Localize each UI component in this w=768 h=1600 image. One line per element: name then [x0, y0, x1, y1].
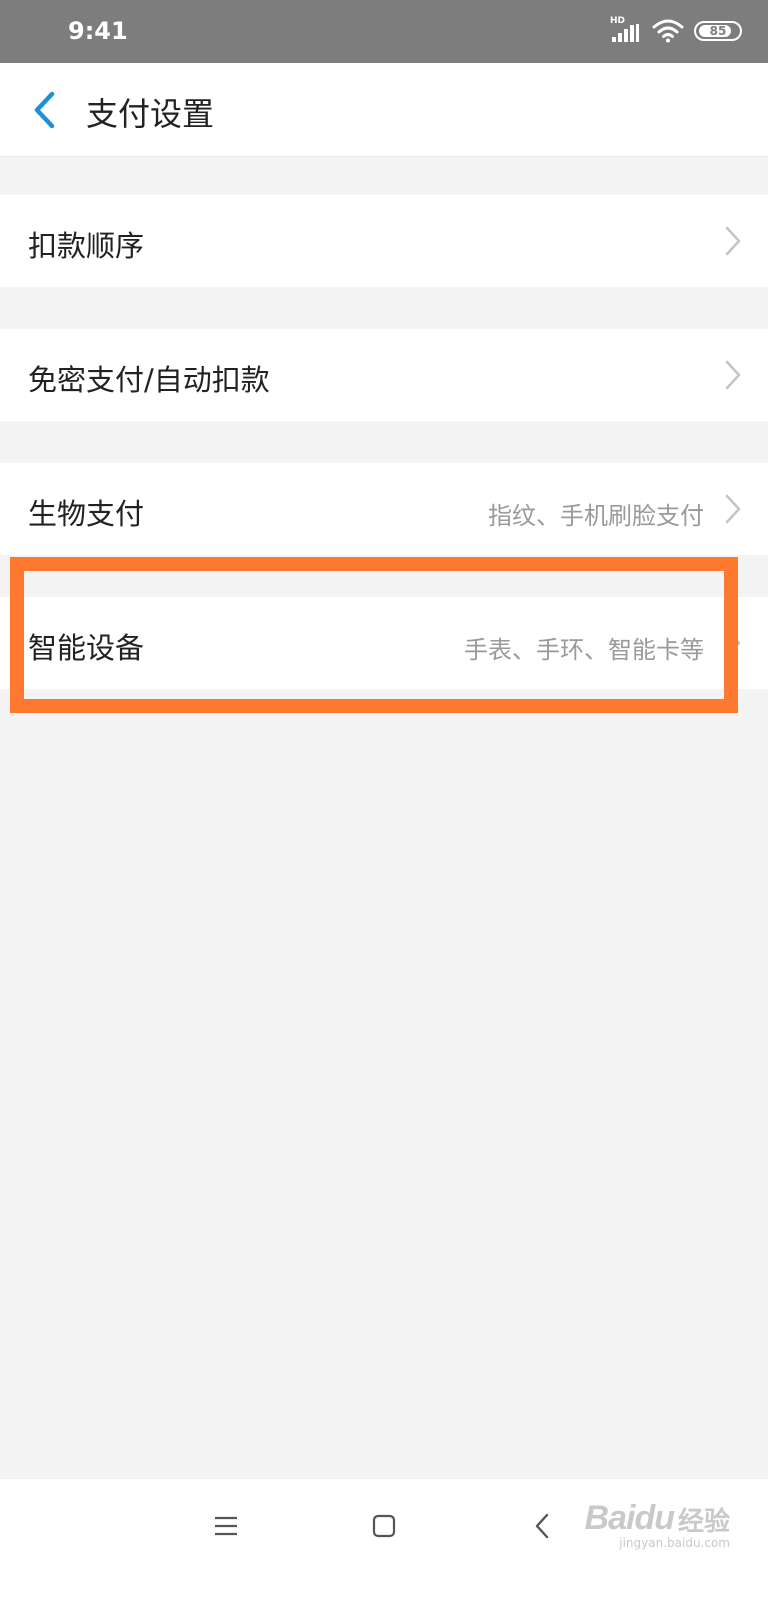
- nav-menu-button[interactable]: [196, 1501, 256, 1551]
- nav-home-button[interactable]: [354, 1501, 414, 1551]
- chevron-left-icon: [34, 91, 55, 129]
- setting-detail: 指纹、手机刷脸支付: [488, 502, 704, 530]
- chevron-right-icon: [725, 226, 741, 256]
- battery-icon: 85: [694, 21, 742, 41]
- setting-password-free-payment[interactable]: 免密支付/自动扣款: [0, 329, 768, 421]
- wifi-icon: [652, 19, 684, 43]
- status-bar: 9:41 HD 85: [0, 0, 768, 63]
- status-icons: HD 85: [610, 16, 742, 44]
- watermark-name: 经验: [677, 1507, 730, 1537]
- watermark-brand: Baidu: [584, 1499, 675, 1537]
- chevron-right-icon: [725, 360, 741, 390]
- setting-label: 扣款顺序: [28, 229, 145, 263]
- setting-deduction-order[interactable]: 扣款顺序: [0, 195, 768, 287]
- chevron-right-icon: [725, 628, 741, 658]
- back-icon: [535, 1513, 549, 1539]
- nav-back-button[interactable]: [512, 1501, 572, 1551]
- setting-biometric-payment[interactable]: 生物支付 指纹、手机刷脸支付: [0, 463, 768, 555]
- battery-level: 85: [709, 24, 727, 38]
- setting-label: 智能设备: [28, 631, 145, 665]
- status-time: 9:41: [68, 17, 128, 45]
- system-nav-bar: Baidu 经验 jingyan.baidu.com: [0, 1478, 768, 1600]
- setting-detail: 手表、手环、智能卡等: [464, 636, 704, 664]
- app-header: 支付设置: [0, 63, 768, 157]
- watermark-url: jingyan.baidu.com: [619, 1536, 730, 1550]
- home-icon: [372, 1514, 396, 1538]
- page-title: 支付设置: [86, 95, 215, 133]
- setting-smart-devices[interactable]: 智能设备 手表、手环、智能卡等: [0, 597, 768, 689]
- baidu-watermark: Baidu 经验 jingyan.baidu.com: [585, 1499, 730, 1550]
- chevron-right-icon: [725, 494, 741, 524]
- back-button[interactable]: [24, 87, 64, 133]
- setting-label: 生物支付: [28, 497, 145, 531]
- signal-icon: HD: [610, 16, 642, 44]
- setting-label: 免密支付/自动扣款: [28, 363, 270, 397]
- menu-icon: [215, 1516, 237, 1536]
